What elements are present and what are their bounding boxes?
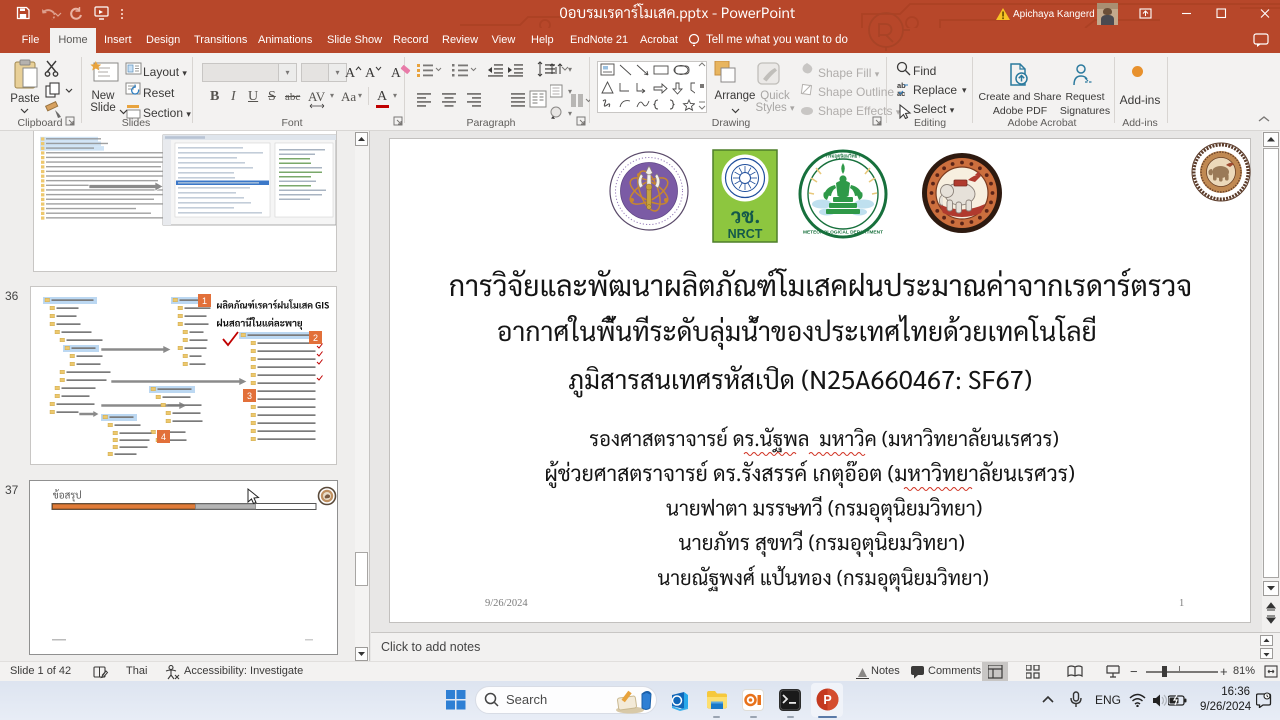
svg-text:A: A — [345, 66, 356, 81]
svg-text:กรมอุตุนิยมวิทยา: กรมอุตุนิยมวิทยา — [826, 153, 860, 160]
svg-text:4: 4 — [161, 432, 166, 442]
svg-text:P: P — [823, 693, 831, 707]
svg-text:3: 3 — [247, 391, 252, 401]
svg-text:A: A — [391, 65, 401, 80]
svg-text:▾: ▾ — [568, 109, 572, 118]
svg-text:9/26/2024: 9/26/2024 — [485, 598, 528, 609]
svg-text:▾: ▾ — [568, 65, 572, 74]
svg-text:2: 2 — [313, 333, 318, 343]
svg-text:NRCT: NRCT — [728, 227, 763, 241]
svg-text:1: 1 — [202, 296, 207, 306]
svg-text:1: 1 — [1179, 598, 1184, 609]
svg-text:▾: ▾ — [568, 87, 572, 96]
svg-text:A: A — [365, 66, 376, 81]
svg-text:METEOROLOGICAL DEPARTMENT: METEOROLOGICAL DEPARTMENT — [803, 230, 883, 236]
